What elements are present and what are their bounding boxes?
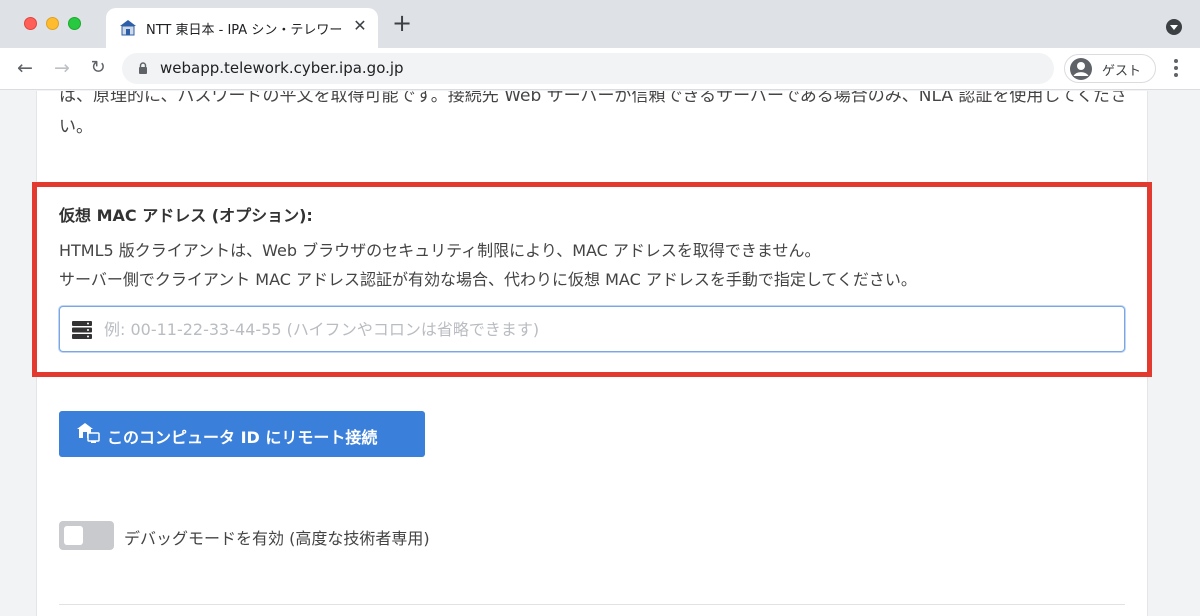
nla-warning-text: は、原理的に、パスワードの平文を取得可能です。接続先 Web サーバーが信頼でき… (59, 91, 1128, 137)
url-text[interactable]: webapp.telework.cyber.ipa.go.jp (160, 59, 404, 77)
mac-address-input[interactable] (104, 308, 1114, 350)
back-button[interactable]: ← (13, 56, 37, 80)
address-bar[interactable]: webapp.telework.cyber.ipa.go.jp (122, 53, 1054, 84)
house-favicon-icon (120, 20, 136, 36)
account-circle-icon (1070, 58, 1092, 80)
tab-close-icon[interactable]: ✕ (350, 16, 370, 36)
remote-connect-label: このコンピュータ ID にリモート接続 (107, 428, 378, 447)
forward-button[interactable]: → (50, 56, 74, 80)
remote-connect-button[interactable]: このコンピュータ ID にリモート接続 (59, 411, 425, 457)
window-close-button[interactable] (24, 17, 37, 30)
reload-button[interactable]: ↻ (86, 56, 110, 80)
browser-tab-strip: NTT 東日本 - IPA シン・テレワー ✕ + (0, 0, 1200, 48)
profile-button[interactable]: ゲスト (1064, 54, 1156, 83)
lock-icon[interactable] (138, 62, 148, 74)
profile-label: ゲスト (1102, 64, 1142, 79)
tab-search-dropdown-icon[interactable] (1166, 19, 1182, 35)
page-viewport: は、原理的に、パスワードの平文を取得可能です。接続先 Web サーバーが信頼でき… (0, 91, 1200, 616)
debug-mode-label[interactable]: デバッグモードを有効 (高度な技術者専用) (124, 525, 430, 549)
mac-description-line-2: サーバー側でクライアント MAC アドレス認証が有効な場合、代わりに仮想 MAC… (59, 270, 917, 289)
window-minimize-button[interactable] (46, 17, 59, 30)
mac-description-line-1: HTML5 版クライアントは、Web ブラウザのセキュリティ制限により、MAC … (59, 241, 821, 260)
debug-mode-toggle[interactable] (59, 521, 114, 550)
vertical-dots-menu-icon[interactable] (1168, 57, 1184, 79)
server-icon (72, 321, 92, 339)
remote-house-icon (77, 423, 100, 443)
toggle-knob (64, 526, 83, 545)
new-tab-button[interactable]: + (390, 11, 414, 36)
browser-tab-active[interactable]: NTT 東日本 - IPA シン・テレワー ✕ (106, 8, 378, 48)
browser-toolbar: ← → ↻ webapp.telework.cyber.ipa.go.jp ゲス… (0, 48, 1200, 90)
mac-address-field[interactable] (59, 306, 1125, 352)
tab-title: NTT 東日本 - IPA シン・テレワー (146, 23, 343, 38)
mac-address-label: 仮想 MAC アドレス (オプション): (59, 206, 313, 225)
section-divider (59, 604, 1125, 605)
window-maximize-button[interactable] (68, 17, 81, 30)
